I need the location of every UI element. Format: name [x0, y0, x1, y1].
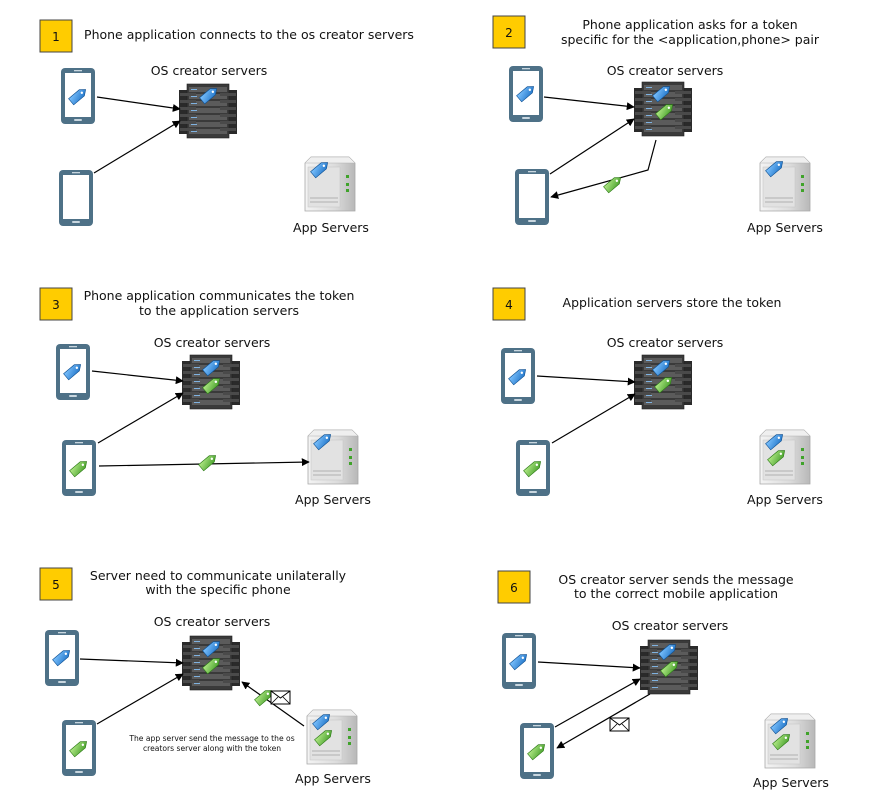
diagram-canvas: 1 Phone application connects to the os c…	[39, 15, 829, 790]
app-servers-label: App Servers	[295, 492, 371, 507]
arrow	[556, 693, 651, 749]
panel-title: Phone application asks for a token	[582, 17, 797, 32]
step-number: 4	[505, 298, 513, 312]
panel-title: Server need to communicate unilaterally	[90, 568, 347, 583]
panel-title: Phone application communicates the token	[84, 288, 355, 303]
arrow	[537, 661, 641, 672]
panel-title: with the specific phone	[145, 582, 291, 597]
os-creator-label: OS creator servers	[607, 335, 724, 350]
app-server-icon	[307, 429, 359, 485]
panel-title: Application servers store the token	[563, 295, 782, 310]
panel-title: specific for the <application,phone> pai…	[561, 32, 820, 47]
panel-5: 5 Server need to communicate unilaterall…	[39, 567, 371, 786]
panel-6: 6 OS creator server sends the message to…	[497, 570, 829, 790]
app-servers-label: App Servers	[293, 220, 369, 235]
app-servers-label: App Servers	[753, 775, 829, 790]
panel-title: Phone application connects to the os cre…	[84, 27, 414, 42]
arrow	[549, 118, 635, 175]
arrow	[91, 370, 184, 385]
panel-title: OS creator server sends the message	[558, 572, 794, 587]
os-creator-label: OS creator servers	[151, 63, 268, 78]
annotation-note: creators server along with the token	[143, 744, 281, 753]
app-server-icon	[764, 713, 816, 769]
annotation-note: The app server send the message to the o…	[128, 734, 294, 743]
arrow	[551, 393, 636, 444]
envelope-icon	[609, 717, 630, 732]
phone-icon	[59, 170, 93, 226]
arrow	[550, 139, 657, 199]
step-number: 3	[52, 298, 60, 312]
arrow	[536, 375, 636, 386]
os-creator-label: OS creator servers	[612, 618, 729, 633]
app-server-icon	[759, 429, 811, 485]
step-number: 6	[510, 581, 518, 595]
step-number: 5	[52, 578, 60, 592]
panel-title: to the application servers	[139, 303, 299, 318]
os-creator-label: OS creator servers	[154, 614, 271, 629]
envelope-icon	[270, 690, 291, 705]
arrow	[543, 96, 635, 111]
arrow	[79, 658, 184, 667]
panel-1: 1 Phone application connects to the os c…	[39, 19, 414, 235]
panel-4: 4 Application servers store the token OS…	[492, 287, 823, 507]
arrow	[96, 673, 184, 725]
arrow	[97, 392, 184, 444]
token-tag-icon	[198, 452, 219, 472]
step-number: 1	[52, 30, 60, 44]
app-servers-label: App Servers	[295, 771, 371, 786]
app-servers-label: App Servers	[747, 492, 823, 507]
step-number: 2	[505, 26, 513, 40]
app-server-icon	[759, 156, 811, 212]
app-server-icon	[306, 709, 358, 765]
app-servers-label: App Servers	[747, 220, 823, 235]
os-creator-label: OS creator servers	[607, 63, 724, 78]
panel-title: to the correct mobile application	[574, 586, 778, 601]
os-creator-label: OS creator servers	[154, 335, 271, 350]
arrow	[93, 120, 181, 174]
phone-icon	[515, 169, 549, 225]
panel-2: 2 Phone application asks for a token spe…	[492, 15, 823, 235]
arrow	[96, 96, 181, 112]
panel-3: 3 Phone application communicates the tok…	[39, 287, 371, 507]
app-server-icon	[304, 156, 356, 212]
